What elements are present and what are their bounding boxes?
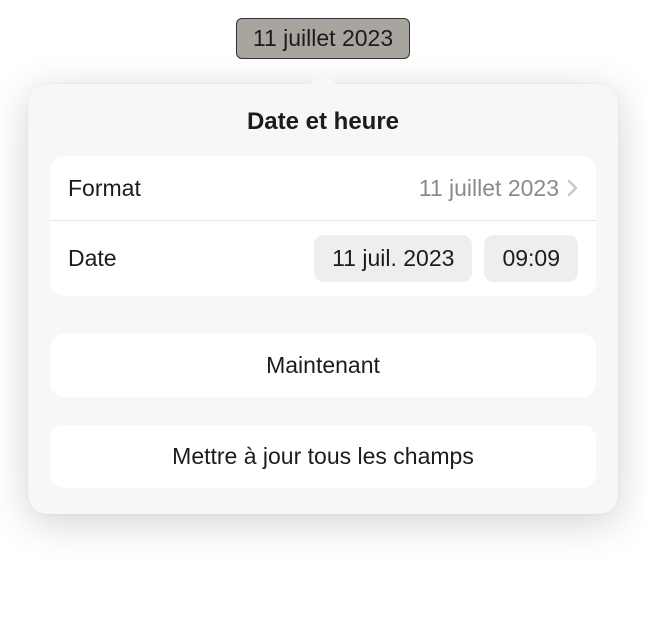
chevron-right-icon	[567, 179, 578, 197]
popover-caret	[309, 71, 337, 85]
date-time-popover: Date et heure Format 11 juillet 2023 Dat…	[28, 84, 618, 514]
date-picker-value: 11 juil. 2023	[332, 245, 454, 271]
update-all-fields-label: Mettre à jour tous les champs	[172, 443, 474, 469]
format-row[interactable]: Format 11 juillet 2023	[50, 156, 596, 220]
date-picker-button[interactable]: 11 juil. 2023	[314, 235, 472, 282]
date-label: Date	[68, 245, 117, 272]
update-all-fields-button[interactable]: Mettre à jour tous les champs	[50, 425, 596, 488]
date-time-pills: 11 juil. 2023 09:09	[314, 235, 578, 282]
format-value: 11 juillet 2023	[419, 175, 559, 202]
date-row: Date 11 juil. 2023 09:09	[50, 220, 596, 296]
now-button-label: Maintenant	[266, 352, 380, 378]
format-label: Format	[68, 175, 141, 202]
now-button[interactable]: Maintenant	[50, 334, 596, 397]
popover-title: Date et heure	[50, 108, 596, 136]
selected-date-text: 11 juillet 2023	[253, 25, 393, 51]
settings-card: Format 11 juillet 2023 Date 11 juil. 202…	[50, 156, 596, 296]
selected-date-token[interactable]: 11 juillet 2023	[236, 18, 410, 59]
time-picker-button[interactable]: 09:09	[484, 235, 578, 282]
time-picker-value: 09:09	[502, 245, 560, 271]
